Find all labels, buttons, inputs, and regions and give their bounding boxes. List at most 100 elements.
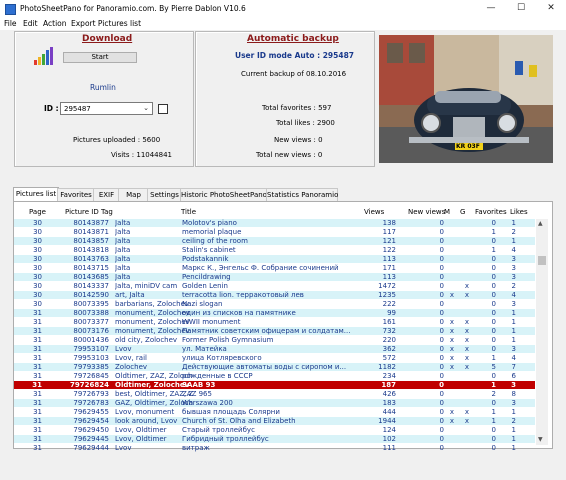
table-row[interactable]: 30 80143763 Jalta Podstakannik 113 0 0 3	[14, 255, 535, 263]
cell-title: рожденные в СССР	[182, 372, 253, 380]
tab-map[interactable]: Map	[118, 188, 149, 201]
table-row[interactable]: 31 79726845 Oldtimer, ZAZ, Zolochev рожденн…	[14, 372, 535, 380]
cell-page: 31	[33, 354, 42, 362]
table-row[interactable]: 31 79629445 Lvov, Oldtimer Гибридный тролле…	[14, 435, 535, 443]
table-row[interactable]: 31 79793385 Zolochev Действующие автоматы в…	[14, 363, 535, 371]
menu-export-pictures-list[interactable]: Export Pictures list	[71, 19, 141, 28]
cell-picture-id: 80143685	[73, 273, 109, 281]
cell-picture-id: 79953107	[73, 345, 109, 353]
cell-views: 171	[382, 264, 396, 272]
cell-views: 113	[382, 255, 396, 263]
menu-file[interactable]: File	[4, 19, 17, 28]
col-header-page[interactable]: Page	[29, 208, 46, 216]
tab-pictures-list[interactable]: Pictures list	[13, 187, 59, 202]
tab-statistics[interactable]: Statistics Panoramio	[266, 188, 338, 201]
table-row[interactable]: 31 79629450 Lvov, Oldtimer Старый троллейбу…	[14, 426, 535, 434]
table-row[interactable]: 31 80073377 monument, Zolochev WWII monumen…	[14, 318, 535, 326]
col-header-new-views[interactable]: New views	[408, 208, 445, 216]
table-row[interactable]: 31 79953107 Lvov ул. Матейка 362 0 x x 0 3	[14, 345, 535, 353]
col-header-likes[interactable]: Likes	[510, 208, 528, 216]
cell-title: Nazi slogan	[182, 300, 223, 308]
cell-new-views: 0	[439, 300, 444, 308]
start-button[interactable]: Start	[63, 52, 137, 63]
tab-favorites[interactable]: Favorites	[57, 188, 95, 201]
license-plate: KR 03F	[456, 143, 480, 150]
id-checkbox[interactable]	[158, 104, 168, 114]
cell-views: 1944	[378, 417, 396, 425]
table-row[interactable]: 31 79953103 Lvov, rail улица Котляревского 5…	[14, 354, 535, 362]
automatic-backup-title[interactable]: Automatic backup	[247, 34, 339, 44]
table-row[interactable]: 30 80143877 Jalta Molotov's piano 138 0 0 1	[14, 219, 535, 227]
table-row[interactable]: 31 80001436 old city, Zolochev Former Polis…	[14, 336, 535, 344]
table-row[interactable]: 31 79629454 look around, Lvov Church of St.…	[14, 417, 535, 425]
table-row[interactable]: 30 80143715 Jalta Маркс К., Энгельс Ф. Собр…	[14, 264, 535, 272]
table-row[interactable]: 30 80142590 art, Jalta terracotta lion. тер…	[14, 291, 535, 299]
cell-title: WWII monument	[182, 318, 241, 326]
scroll-thumb[interactable]	[538, 256, 546, 265]
scroll-up-icon[interactable]: ▲	[538, 220, 543, 227]
cell-new-views: 0	[439, 408, 444, 416]
cell-page: 31	[33, 435, 42, 443]
table-row[interactable]: 3179726793best, Oldtimer, ZAZ, Zol...ZAZ…	[14, 390, 535, 398]
col-header-g[interactable]: G	[460, 208, 465, 216]
menu-edit[interactable]: Edit	[23, 19, 38, 28]
menu-action[interactable]: Action	[43, 19, 67, 28]
col-header-tag[interactable]: Tag	[101, 208, 113, 216]
cell-likes: 1	[511, 219, 516, 227]
cell-likes: 1	[511, 327, 516, 335]
col-header-picture-id[interactable]: Picture ID	[65, 208, 99, 216]
cell-m: x	[449, 327, 455, 335]
cell-likes: 3	[511, 300, 516, 308]
cell-views: 138	[382, 219, 396, 227]
table-row[interactable]: 31 79726783 GAZ, Oldtimer, Zolochev Warszaw…	[14, 399, 535, 407]
pictures-uploaded: Pictures uploaded : 5600	[73, 136, 161, 144]
cell-views: 99	[387, 309, 396, 317]
col-header-views[interactable]: Views	[364, 208, 384, 216]
table-row[interactable]: 31 80073176 monument, Zolochev Памятник сов…	[14, 327, 535, 335]
table-row[interactable]: 30 80143857 Jalta ceiling of the room 121 0 0 1	[14, 237, 535, 245]
close-button[interactable]: ✕	[536, 0, 566, 17]
table-row[interactable]: 31 79629444 Lvov витраж 111 0 0 1	[14, 444, 535, 452]
cell-new-views: 0	[439, 264, 444, 272]
tab-exif[interactable]: EXIF	[93, 188, 120, 201]
cell-views: 572	[382, 354, 396, 362]
cell-likes: 1	[511, 408, 516, 416]
cell-picture-id: 80073377	[73, 318, 109, 326]
cell-views: 122	[382, 246, 396, 254]
cell-views: 183	[382, 399, 396, 407]
cell-likes: 3	[511, 255, 516, 263]
table-row[interactable]: 30 80073395 barbarians, Zolochev Nazi sloga…	[14, 300, 535, 308]
maximize-button[interactable]: ☐	[506, 0, 536, 17]
col-header-title[interactable]: Title	[181, 208, 196, 216]
table-row[interactable]: 31 79629455 Lvov, monument бывшая площадь С…	[14, 408, 535, 416]
table-row[interactable]: 30 80143818 Jalta Stalin's cabinet 122 0 1 4	[14, 246, 535, 254]
table-row[interactable]: 30 80143685 Jalta Pencildrawing 113 0 0 3	[14, 273, 535, 281]
user-name: Rumlin	[90, 83, 116, 92]
user-id-combo[interactable]: 295487 ⌄	[60, 102, 153, 115]
new-views: New views : 0	[274, 136, 323, 144]
table-row[interactable]: 31 80073388 monument, Zolochev один из спис…	[14, 309, 535, 317]
col-header-m[interactable]: M	[444, 208, 450, 216]
table-row[interactable]: 31 79726824 Oldtimer, Zolochev SAAB 93 187 0 1…	[14, 381, 535, 389]
cell-title: Church of St. Olha and Elizabeth	[182, 417, 296, 425]
cell-likes: 1	[511, 435, 516, 443]
cell-page: 31	[33, 408, 42, 416]
cell-favorites: 1	[491, 408, 496, 416]
vertical-scrollbar[interactable]: ▲ ▼	[536, 219, 548, 445]
cell-picture-id: 80143871	[73, 228, 109, 236]
window-title: PhotoSheetPano for Panoramio.com. By Pie…	[20, 4, 246, 13]
cell-picture-id: 79629445	[73, 435, 109, 443]
total-likes: Total likes : 2900	[276, 119, 335, 127]
cell-title: Podstakannik	[182, 255, 229, 263]
visits-count: Visits : 11044841	[111, 151, 173, 159]
tab-settings[interactable]: Settings	[147, 188, 182, 201]
cell-favorites: 0	[491, 255, 496, 263]
table-row[interactable]: 30 80143871 Jalta memorial plaque 117 0 1 2	[14, 228, 535, 236]
cell-title: Stalin's cabinet	[182, 246, 236, 254]
table-row[interactable]: 30 80143337 Jalta, miniDV cam Golden Lenin 1…	[14, 282, 535, 290]
tab-historic[interactable]: Historic PhotoSheetPano	[180, 188, 268, 201]
minimize-button[interactable]: —	[476, 0, 506, 17]
scroll-down-icon[interactable]: ▼	[538, 436, 543, 443]
download-title[interactable]: Download	[82, 34, 132, 44]
col-header-favorites[interactable]: Favorites	[475, 208, 507, 216]
